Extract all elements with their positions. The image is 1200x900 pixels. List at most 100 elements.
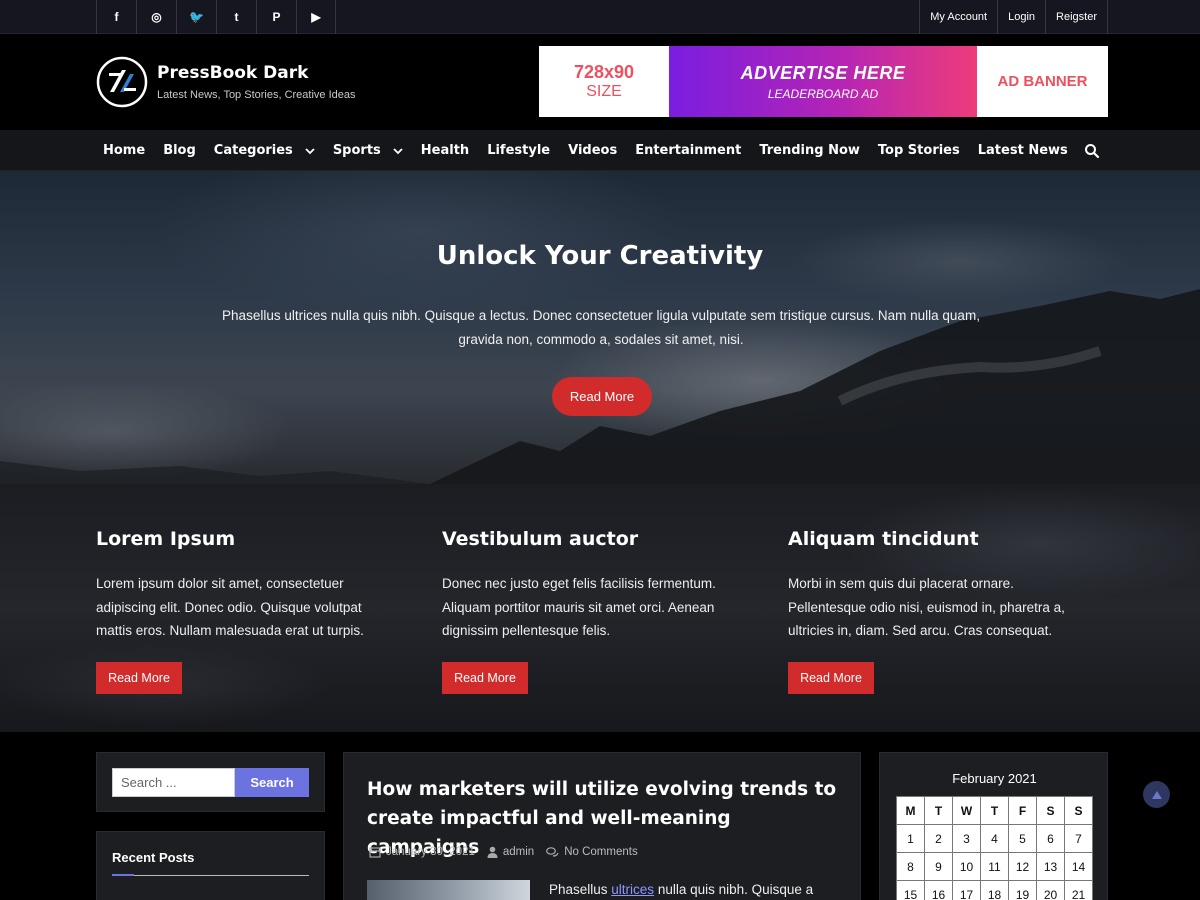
calendar-day: 12 xyxy=(1008,852,1037,881)
calendar-weekday: S xyxy=(1036,796,1065,825)
top-bar: f ◎ 🐦 t P ▶ My Account Login Reigster xyxy=(0,0,1200,34)
calendar-day: 9 xyxy=(924,852,953,881)
nav-item-label: Health xyxy=(420,143,470,158)
calendar-day: 21 xyxy=(1064,880,1093,900)
ad-size-label: SIZE xyxy=(586,83,622,100)
nav-item-home[interactable]: Home xyxy=(96,130,152,171)
post-author-text: admin xyxy=(502,846,535,858)
nav-item-blog[interactable]: Blog xyxy=(156,130,203,171)
feature-read-more-button[interactable]: Read More xyxy=(788,662,874,694)
nav-item-label: Top Stories xyxy=(877,143,960,158)
tumblr-icon[interactable]: t xyxy=(216,0,256,34)
calendar-day: 14 xyxy=(1064,852,1093,881)
social-links: f ◎ 🐦 t P ▶ xyxy=(96,0,336,34)
facebook-icon[interactable]: f xyxy=(96,0,136,34)
search-button[interactable]: Search xyxy=(235,768,309,797)
user-icon xyxy=(487,846,498,858)
nav-item-label: Blog xyxy=(163,143,196,158)
post-thumbnail[interactable] xyxy=(367,880,530,900)
nav-item-trending-now[interactable]: Trending Now xyxy=(752,130,867,171)
calendar-day: 2 xyxy=(924,824,953,853)
nav-item-label: Sports xyxy=(332,143,381,158)
post-comments[interactable]: No Comments xyxy=(546,846,638,858)
feature-title: Vestibulum auctor xyxy=(442,528,639,550)
pinterest-icon[interactable]: P xyxy=(256,0,296,34)
hero-title: Unlock Your Creativity xyxy=(436,241,764,271)
main-navigation: Home Blog Categories Sports Health Lifestyle V… xyxy=(0,130,1200,171)
account-link-reigster[interactable]: Reigster xyxy=(1045,0,1108,34)
nav-item-categories[interactable]: Categories xyxy=(207,130,322,171)
nav-item-entertainment[interactable]: Entertainment xyxy=(628,130,748,171)
excerpt-text-rest: nulla quis nibh. Quisque a xyxy=(654,882,814,897)
account-link-login[interactable]: Login xyxy=(997,0,1045,34)
instagram-icon[interactable]: ◎ xyxy=(136,0,176,34)
site-logo-icon[interactable] xyxy=(96,56,148,108)
nav-item-top-stories[interactable]: Top Stories xyxy=(871,130,967,171)
feature-text: Lorem ipsum dolor sit amet, consectetuer… xyxy=(96,576,364,638)
chevron-down-icon[interactable] xyxy=(305,146,315,156)
nav-item-latest-news[interactable]: Latest News xyxy=(971,130,1075,171)
calendar-day: 7 xyxy=(1064,824,1093,853)
feature-title: Aliquam tincidunt xyxy=(788,528,979,550)
feature-read-more-button[interactable]: Read More xyxy=(442,662,528,694)
calendar-widget: February 2021 M T W T F S S 1 2 3 4 5 6 7 8 9 10 11 12 13 14… xyxy=(879,752,1108,900)
nav-item-label: Home xyxy=(103,143,146,158)
post-date[interactable]: January 30, 2021 xyxy=(369,846,475,858)
nav-item-label: Latest News xyxy=(977,143,1068,158)
twitter-icon[interactable]: 🐦 xyxy=(176,0,216,34)
calendar-day: 6 xyxy=(1036,824,1065,853)
ad-size-text: 728x90 xyxy=(573,62,635,82)
nav-item-label: Entertainment xyxy=(635,143,742,158)
youtube-icon[interactable]: ▶ xyxy=(296,0,336,34)
calendar-table: M T W T F S S 1 2 3 4 5 6 7 8 9 10 11 12 13 14 15 16 17 18 19 20 21 xyxy=(896,796,1093,900)
hero-read-more-button[interactable]: Read More xyxy=(552,377,652,416)
feature-text: Donec nec justo eget felis facilisis fer… xyxy=(442,576,716,638)
recent-posts-title: Recent Posts xyxy=(112,850,195,865)
arrow-up-icon xyxy=(1151,790,1162,799)
calendar-weekday: T xyxy=(924,796,953,825)
calendar-weekday: M xyxy=(896,796,925,825)
chevron-down-icon[interactable] xyxy=(393,146,403,156)
nav-item-health[interactable]: Health xyxy=(414,130,476,171)
divider-accent xyxy=(112,874,134,876)
excerpt-link[interactable]: ultrices xyxy=(611,882,654,897)
nav-item-videos[interactable]: Videos xyxy=(561,130,624,171)
ad-headline: ADVERTISE HERE xyxy=(740,62,906,83)
calendar-weekday: W xyxy=(952,796,981,825)
feature-column: Lorem Ipsum Lorem ipsum dolor sit amet, c… xyxy=(96,484,406,732)
calendar-day: 20 xyxy=(1036,880,1065,900)
calendar-day: 17 xyxy=(952,880,981,900)
nav-item-sports[interactable]: Sports xyxy=(326,130,410,171)
ad-size-panel: 728x90 SIZE xyxy=(539,46,669,117)
feature-title: Lorem Ipsum xyxy=(96,528,236,550)
feature-read-more-button[interactable]: Read More xyxy=(96,662,182,694)
calendar-day: 1 xyxy=(896,824,925,853)
nav-item-lifestyle[interactable]: Lifestyle xyxy=(480,130,557,171)
calendar-day: 18 xyxy=(980,880,1009,900)
nav-item-label: Trending Now xyxy=(759,143,860,158)
account-links: My Account Login Reigster xyxy=(919,0,1108,34)
feature-column: Vestibulum auctor Donec nec justo eget fe… xyxy=(442,484,752,732)
site-title[interactable]: PressBook Dark xyxy=(157,63,308,83)
post-author[interactable]: admin xyxy=(487,846,534,858)
site-header: PressBook Dark Latest News, Top Stories,… xyxy=(0,34,1200,130)
account-link-my-account[interactable]: My Account xyxy=(919,0,997,34)
calendar-day: 13 xyxy=(1036,852,1065,881)
comments-icon xyxy=(546,846,559,857)
features-section: Lorem Ipsum Lorem ipsum dolor sit amet, c… xyxy=(0,484,1200,732)
nav-item-label: Categories xyxy=(213,143,293,158)
ad-banner[interactable]: 728x90 SIZE ADVERTISE HERE LEADERBOARD A… xyxy=(539,46,1108,117)
calendar-day: 10 xyxy=(952,852,981,881)
search-input[interactable]: Search ... xyxy=(112,768,235,797)
ad-banner-label: AD BANNER xyxy=(977,46,1108,117)
ad-headline-panel: ADVERTISE HERE LEADERBOARD AD xyxy=(669,46,977,117)
calendar-day: 16 xyxy=(924,880,953,900)
recent-posts-widget: Recent Posts xyxy=(96,831,325,900)
post-comments-text: No Comments xyxy=(564,846,638,858)
calendar-weekday: S xyxy=(1064,796,1093,825)
search-icon[interactable] xyxy=(1084,143,1100,159)
calendar-day: 8 xyxy=(896,852,925,881)
divider xyxy=(112,875,309,876)
scroll-to-top-button[interactable] xyxy=(1143,781,1170,808)
calendar-title: February 2021 xyxy=(952,771,1037,786)
